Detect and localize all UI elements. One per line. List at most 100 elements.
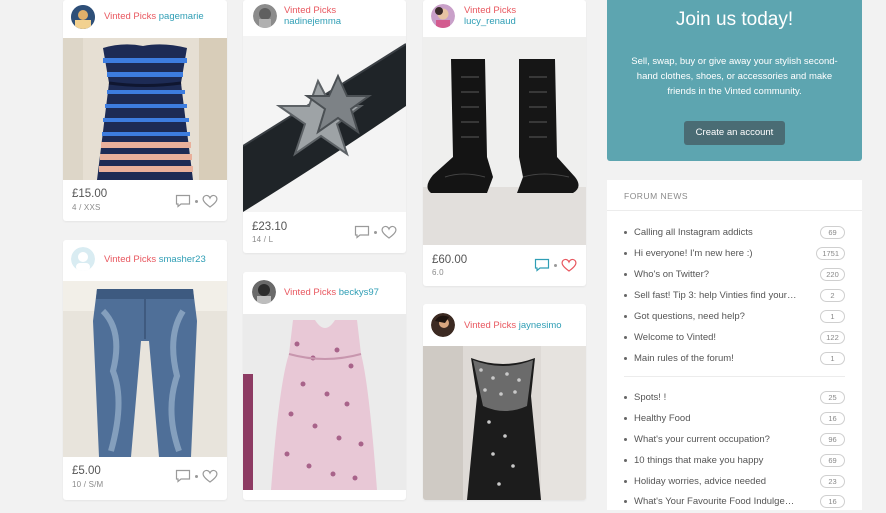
comment-icon[interactable] <box>354 225 370 239</box>
topic-title[interactable]: Spots! ! <box>634 392 799 403</box>
username-link[interactable]: lucy_renaud <box>464 16 516 27</box>
join-banner: Join us today! Sell, swap, buy or give a… <box>607 0 862 161</box>
forum-topic[interactable]: Got questions, need help? 1 <box>624 308 845 328</box>
join-title: Join us today! <box>675 9 794 30</box>
item-size: 10 / S/M <box>72 480 104 489</box>
item-photo[interactable] <box>423 346 586 500</box>
item-photo[interactable] <box>63 281 227 457</box>
item-photo[interactable] <box>243 314 406 490</box>
avatar[interactable] <box>431 313 455 337</box>
forum-topic[interactable]: Who's on Twitter? 220 <box>624 266 845 286</box>
item-card[interactable]: Vinted Picks jaynesimo <box>423 304 586 500</box>
topic-title[interactable]: Hi everyone! I'm new here :) <box>634 248 799 259</box>
heart-icon[interactable] <box>202 194 218 208</box>
heart-icon[interactable] <box>381 225 397 239</box>
username-link[interactable]: nadinejemma <box>284 16 341 27</box>
item-photo[interactable] <box>423 37 586 245</box>
brand-label[interactable]: Vinted Picks <box>464 320 516 331</box>
topic-count-badge: 1 <box>820 352 845 365</box>
topic-count-badge: 122 <box>820 331 845 344</box>
item-card[interactable]: Vinted Picks smasher23 £5.00 10 / S/M <box>63 240 227 500</box>
topic-title[interactable]: Welcome to Vinted! <box>634 332 799 343</box>
topic-count-badge: 16 <box>820 412 845 425</box>
item-card[interactable]: Vinted Picks lucy_renaud £60.00 6.0 <box>423 0 586 286</box>
owner-line: Vinted Picks lucy_renaud <box>464 5 516 27</box>
forum-topic[interactable]: Hi everyone! I'm new here :) 1751 <box>624 245 845 265</box>
username-link[interactable]: smasher23 <box>159 254 206 265</box>
divider <box>607 210 862 211</box>
avatar[interactable] <box>431 4 455 28</box>
join-description: Sell, swap, buy or give away your stylis… <box>631 56 838 97</box>
forum-topic[interactable]: 10 things that make you happy 69 <box>624 452 845 472</box>
comment-icon[interactable] <box>175 194 191 208</box>
forum-topic[interactable]: Welcome to Vinted! 122 <box>624 329 845 349</box>
topic-title[interactable]: Holiday worries, advice needed <box>634 476 799 487</box>
brand-label[interactable]: Vinted Picks <box>284 5 341 16</box>
username-link[interactable]: beckys97 <box>339 287 379 298</box>
owner-line: Vinted Picks pagemarie <box>104 11 204 23</box>
bullet <box>624 438 627 441</box>
heart-icon[interactable] <box>202 469 218 483</box>
topic-title[interactable]: Who's on Twitter? <box>634 269 799 280</box>
topic-count-badge: 2 <box>820 289 845 302</box>
comment-icon[interactable] <box>534 258 550 272</box>
brand-label[interactable]: Vinted Picks <box>104 254 156 265</box>
avatar[interactable] <box>71 247 95 271</box>
topic-count-badge: 1751 <box>816 247 845 260</box>
item-card[interactable]: Vinted Picks pagemarie £15.00 4 / XXS <box>63 0 227 221</box>
forum-topic[interactable]: Main rules of the forum! 1 <box>624 350 845 370</box>
bullet <box>624 500 627 503</box>
topic-title[interactable]: Calling all Instagram addicts <box>634 227 799 238</box>
card-header: Vinted Picks jaynesimo <box>423 304 586 340</box>
item-card[interactable]: Vinted Picks nadinejemma £23.10 14 / L <box>243 0 406 253</box>
create-account-button[interactable]: Create an account <box>684 121 785 145</box>
topic-title[interactable]: What's Your Favourite Food Indulgence? <box>634 496 799 507</box>
item-card[interactable]: Vinted Picks beckys97 <box>243 272 406 500</box>
separator-dot <box>374 230 377 234</box>
topic-count-badge: 220 <box>820 268 845 281</box>
topic-title[interactable]: Healthy Food <box>634 413 799 424</box>
brand-label[interactable]: Vinted Picks <box>464 5 516 16</box>
item-price: £15.00 <box>72 188 108 200</box>
bullet <box>624 315 627 318</box>
item-price: £23.10 <box>252 221 288 233</box>
heart-icon[interactable] <box>561 258 577 272</box>
forum-topic[interactable]: Calling all Instagram addicts 69 <box>624 224 845 244</box>
topic-title[interactable]: What's your current occupation? <box>634 434 799 445</box>
item-price: £5.00 <box>72 465 101 477</box>
brand-label[interactable]: Vinted Picks <box>284 287 336 298</box>
bullet <box>624 336 627 339</box>
owner-line: Vinted Picks jaynesimo <box>464 320 562 332</box>
avatar[interactable] <box>252 280 276 304</box>
item-size: 14 / L <box>252 235 274 244</box>
forum-topic[interactable]: What's your current occupation? 96 <box>624 431 845 451</box>
forum-topic[interactable]: Healthy Food 16 <box>624 410 845 430</box>
topic-count-badge: 23 <box>820 475 845 488</box>
forum-topic[interactable]: Spots! ! 25 <box>624 389 845 409</box>
username-link[interactable]: pagemarie <box>159 11 204 22</box>
owner-line: Vinted Picks smasher23 <box>104 254 206 266</box>
item-photo[interactable] <box>63 38 227 180</box>
forum-topic[interactable]: Holiday worries, advice needed 23 <box>624 473 845 493</box>
topic-title[interactable]: Sell fast! Tip 3: help Vinties find your… <box>634 290 799 301</box>
separator-dot <box>195 474 198 478</box>
brand-label[interactable]: Vinted Picks <box>104 11 156 22</box>
bullet <box>624 396 627 399</box>
topic-title[interactable]: Main rules of the forum! <box>634 353 799 364</box>
avatar[interactable] <box>253 4 277 28</box>
forum-topic[interactable]: Sell fast! Tip 3: help Vinties find your… <box>624 287 845 307</box>
bullet <box>624 231 627 234</box>
item-size: 6.0 <box>432 268 444 277</box>
forum-news-panel: FORUM NEWS Calling all Instagram addicts… <box>607 180 862 510</box>
comment-icon[interactable] <box>175 469 191 483</box>
item-photo[interactable] <box>243 36 406 212</box>
username-link[interactable]: jaynesimo <box>519 320 562 331</box>
topic-title[interactable]: Got questions, need help? <box>634 311 799 322</box>
item-actions <box>354 225 397 239</box>
topic-title[interactable]: 10 things that make you happy <box>634 455 799 466</box>
card-header: Vinted Picks pagemarie <box>63 0 227 36</box>
avatar[interactable] <box>71 5 95 29</box>
item-actions <box>175 469 218 483</box>
forum-topic[interactable]: What's Your Favourite Food Indulgence? 16 <box>624 493 845 513</box>
card-header: Vinted Picks lucy_renaud <box>423 0 586 36</box>
